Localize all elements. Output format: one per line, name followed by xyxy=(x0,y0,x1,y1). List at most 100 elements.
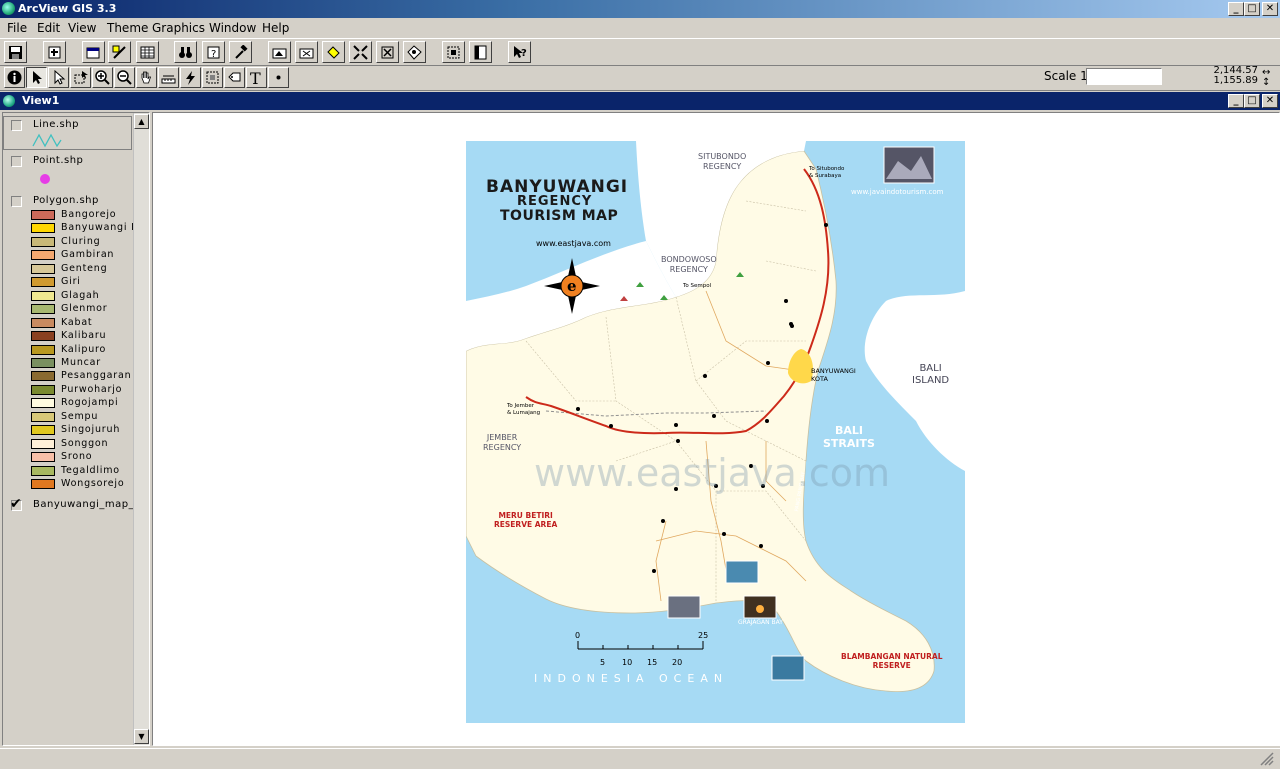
zoom-selected-icon xyxy=(327,46,340,59)
svg-text:T: T xyxy=(250,70,261,85)
zoom-previous-button[interactable] xyxy=(403,41,426,63)
theme-checkbox-point[interactable] xyxy=(11,156,22,167)
legend-swatch xyxy=(31,398,55,409)
draw-point-tool[interactable] xyxy=(268,67,289,88)
scale-input[interactable] xyxy=(1086,68,1162,85)
zoom-to-full-extent-button[interactable] xyxy=(268,41,291,63)
full-extent-icon xyxy=(272,48,287,59)
properties-icon xyxy=(86,47,100,59)
scale-label: Scale 1: xyxy=(1044,69,1092,83)
maximize-button[interactable]: □ xyxy=(1244,2,1260,16)
pan-tool[interactable] xyxy=(136,67,157,88)
menu-help[interactable]: Help xyxy=(262,21,289,35)
resize-grip-icon[interactable] xyxy=(1260,752,1274,766)
zoom-in-button[interactable] xyxy=(349,41,372,63)
add-theme-button[interactable] xyxy=(43,41,66,63)
find-button[interactable] xyxy=(174,41,197,63)
binoculars-icon xyxy=(179,47,192,58)
close-button[interactable]: ✕ xyxy=(1262,2,1278,16)
select-box-icon xyxy=(74,71,88,84)
scroll-up-arrow-icon[interactable]: ▲ xyxy=(134,114,149,129)
scroll-down-arrow-icon[interactable]: ▼ xyxy=(134,729,149,744)
view-minimize-button[interactable]: _ xyxy=(1228,94,1244,108)
label-grajagan-bay: GRAJAGAN BAY xyxy=(738,619,783,626)
view-maximize-button[interactable]: □ xyxy=(1244,94,1260,108)
legend-swatch xyxy=(31,384,55,395)
scale-tick-25: 25 xyxy=(698,631,709,640)
legend-label: Bangorejo xyxy=(61,209,117,220)
menu-theme[interactable]: Theme xyxy=(107,21,148,35)
view-close-button[interactable]: ✕ xyxy=(1262,94,1278,108)
tool-bar: T Scale 1: 2,144.57 1,155.89 ↔ ↕ xyxy=(0,65,1280,91)
app-title: ArcView GIS 3.3 xyxy=(18,2,117,15)
scale-tick-20: 20 xyxy=(672,658,683,667)
text-tool[interactable]: T xyxy=(246,67,267,88)
legend-label: Muncar xyxy=(61,356,101,368)
legend-swatch xyxy=(31,236,55,247)
scale-tick-5: 5 xyxy=(600,658,606,667)
zoom-out-button[interactable] xyxy=(376,41,399,63)
edit-legend-button[interactable] xyxy=(108,41,131,63)
identify-tool[interactable] xyxy=(4,67,25,88)
locate-icon: ? xyxy=(207,46,220,60)
zoom-out-tool[interactable] xyxy=(114,67,135,88)
open-table-button[interactable] xyxy=(136,41,159,63)
legend-swatch xyxy=(31,371,55,382)
menu-file[interactable]: File xyxy=(7,21,27,35)
theme-name-polygon[interactable]: Polygon.shp xyxy=(33,195,99,206)
menu-graphics[interactable]: Graphics xyxy=(152,21,205,35)
arcview-app-icon[interactable] xyxy=(2,2,15,15)
zoom-to-active-themes-button[interactable] xyxy=(295,41,318,63)
legend-swatch xyxy=(31,479,55,489)
menu-window[interactable]: Window xyxy=(209,21,256,35)
label-to-sempol: To Sempol xyxy=(683,283,712,289)
pointer-tool[interactable] xyxy=(26,67,47,88)
hot-link-tool[interactable] xyxy=(180,67,201,88)
arrow-pointer-icon xyxy=(33,71,42,84)
zoom-to-selected-button[interactable] xyxy=(322,41,345,63)
legend-label: Srono xyxy=(61,451,93,463)
label-tool[interactable] xyxy=(224,67,245,88)
legend-label: Wongsorejo xyxy=(61,478,125,489)
select-feature-tool[interactable] xyxy=(70,67,91,88)
save-project-button[interactable] xyxy=(4,41,27,63)
label-banyuwangi-kota: BANYUWANGI KOTA xyxy=(811,367,856,383)
point-icon xyxy=(276,75,281,80)
menu-view[interactable]: View xyxy=(68,21,96,35)
view-title-bar[interactable]: View1 _ □ ✕ xyxy=(0,92,1280,110)
select-features-button[interactable] xyxy=(442,41,465,63)
label-indonesia-ocean: INDONESIA OCEAN xyxy=(534,672,729,685)
scale-tick-10: 10 xyxy=(622,658,633,667)
toc-scrollbar[interactable]: ▲ ▼ xyxy=(133,113,149,745)
view-icon[interactable] xyxy=(3,95,15,107)
theme-checkbox-polygon[interactable] xyxy=(11,196,22,207)
text-t-icon: T xyxy=(250,70,261,85)
area-select-icon xyxy=(206,71,219,84)
theme-name-point[interactable]: Point.shp xyxy=(33,155,83,166)
theme-properties-button[interactable] xyxy=(82,41,105,63)
query-builder-button[interactable] xyxy=(229,41,252,63)
minimize-button[interactable]: _ xyxy=(1228,2,1244,16)
clear-selection-button[interactable] xyxy=(469,41,492,63)
help-button[interactable]: ? xyxy=(508,41,531,63)
legend-swatch xyxy=(31,438,55,449)
locate-address-button[interactable]: ? xyxy=(202,41,225,63)
point-symbol-icon xyxy=(40,174,50,184)
zoom-in-icon xyxy=(95,70,110,85)
label-meru-betiri: MERU BETIRI RESERVE AREA xyxy=(494,511,558,529)
theme-name-line[interactable]: Line.shp xyxy=(33,119,79,130)
legend-label: Kalipuro xyxy=(61,343,107,355)
checkmark-icon: ✔ xyxy=(10,496,22,512)
legend-swatch xyxy=(31,304,55,315)
vertex-edit-tool[interactable] xyxy=(48,67,69,88)
menu-bar: File Edit View Theme Graphics Window Hel… xyxy=(0,19,1280,38)
menu-edit[interactable]: Edit xyxy=(37,21,60,35)
measure-tool[interactable] xyxy=(158,67,179,88)
legend-swatch xyxy=(31,357,55,368)
zoom-in-tool[interactable] xyxy=(92,67,113,88)
area-of-interest-tool[interactable] xyxy=(202,67,223,88)
app-title-bar[interactable]: ArcView GIS 3.3 _ □ ✕ xyxy=(0,0,1280,18)
status-bar xyxy=(0,748,1280,769)
theme-checkbox-line[interactable] xyxy=(11,120,22,131)
theme-name-banyuwangi-map[interactable]: Banyuwangi_map_l xyxy=(33,499,137,510)
